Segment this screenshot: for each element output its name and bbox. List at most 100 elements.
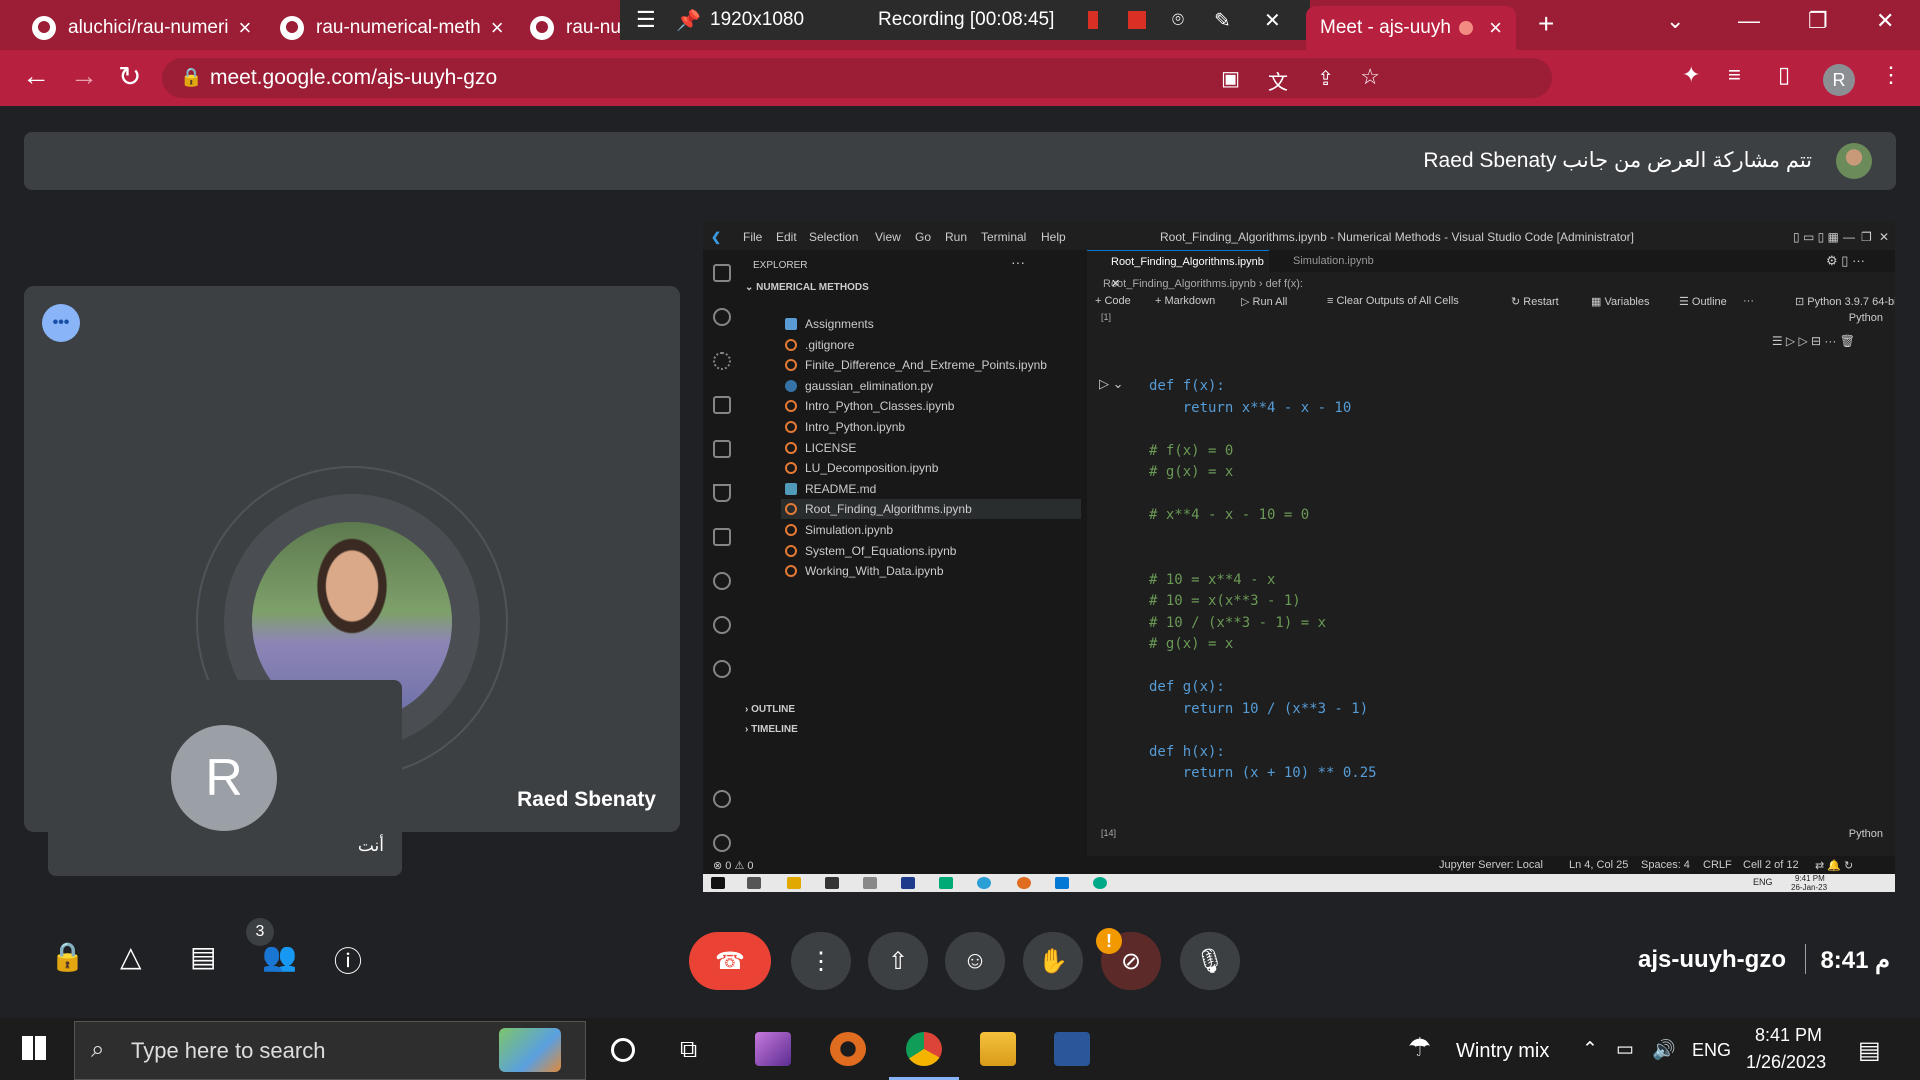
restore-button[interactable]: ❐ [1861, 230, 1872, 244]
task-view-icon[interactable]: ⧉ [680, 1036, 697, 1064]
pen-icon[interactable]: ✎ [1214, 8, 1231, 33]
people-icon[interactable]: 👥 [262, 940, 297, 973]
tray-chevron-icon[interactable]: ⌃ [1582, 1038, 1598, 1061]
side-panel-icon[interactable]: ▯ [1778, 62, 1790, 88]
settings-icon[interactable]: ⚙ ▯ ··· [1826, 253, 1865, 269]
weather-icon[interactable]: ☂ [1408, 1032, 1431, 1063]
file-item[interactable]: Finite_Difference_And_Extreme_Points.ipy… [785, 355, 1047, 375]
menu-file[interactable]: File [743, 230, 762, 244]
run-cell-button[interactable]: ▷ ⌄ [1099, 376, 1124, 392]
camera-blocked-icon[interactable]: ▣ [1221, 66, 1240, 91]
cell-position[interactable]: Cell 2 of 12 [1743, 859, 1799, 871]
clear-outputs-button[interactable]: ≡ Clear Outputs of All Cells [1327, 295, 1459, 307]
file-item[interactable]: LICENSE [785, 438, 856, 458]
reload-button[interactable]: ↻ [118, 60, 141, 93]
share-icon[interactable]: ⇪ [1317, 66, 1334, 91]
host-controls-icon[interactable]: 🔒 [50, 940, 85, 973]
settings-gear-icon[interactable] [713, 834, 731, 852]
cell-language[interactable]: Python [1849, 312, 1883, 324]
tab-search-icon[interactable]: ⌄ [1666, 8, 1684, 34]
restart-button[interactable]: ↻ Restart [1511, 295, 1559, 308]
run-debug-icon[interactable] [713, 396, 731, 414]
windows-start-icon[interactable] [22, 1036, 46, 1060]
new-tab-button[interactable]: + [1538, 8, 1554, 40]
browser-tab-active[interactable]: Meet - ajs-uuyh × [1306, 6, 1516, 50]
next-cell-language[interactable]: Python [1849, 828, 1883, 840]
jupyter-server-status[interactable]: Jupyter Server: Local [1439, 859, 1543, 871]
tab-simulation[interactable]: Simulation.ipynb [1275, 250, 1374, 272]
menu-go[interactable]: Go [915, 230, 931, 244]
close-icon[interactable]: ✕ [1264, 8, 1281, 33]
address-bar[interactable]: 🔒 meet.google.com/ajs-uuyh-gzo ▣ 文 ⇪ ☆ [162, 58, 1552, 98]
minimize-button[interactable]: — [1843, 230, 1855, 244]
taskbar-date[interactable]: 1/26/2023 [1746, 1052, 1826, 1073]
back-button[interactable]: ← [22, 60, 50, 92]
chat-icon[interactable]: ▤ [190, 940, 216, 973]
notifications-icon[interactable]: ▤ [1858, 1036, 1881, 1065]
cursor-position[interactable]: Ln 4, Col 25 [1569, 859, 1628, 871]
weather-text[interactable]: Wintry mix [1456, 1040, 1549, 1063]
close-icon[interactable]: × [229, 15, 252, 41]
present-button[interactable]: ⇧ [868, 932, 928, 990]
notebook-icon[interactable] [713, 528, 731, 546]
eol-status[interactable]: CRLF [1703, 859, 1732, 871]
taskbar-time[interactable]: 8:41 PM [1755, 1025, 1822, 1046]
volume-icon[interactable]: 🔊 [1652, 1038, 1676, 1062]
input-language[interactable]: ENG [1692, 1040, 1731, 1061]
bookmark-star-icon[interactable]: ☆ [1360, 64, 1380, 90]
lightning-icon[interactable] [713, 660, 731, 678]
cortana-icon[interactable] [611, 1038, 635, 1062]
run-all-button[interactable]: ▷ Run All [1241, 295, 1287, 308]
media-control-icon[interactable]: ≡ [1728, 62, 1741, 88]
file-item[interactable]: Working_With_Data.ipynb [785, 561, 944, 581]
close-button[interactable]: ✕ [1879, 230, 1889, 244]
taskbar-search[interactable]: ⌕ Type here to search [74, 1021, 586, 1080]
forward-button[interactable]: → [70, 60, 98, 92]
menu-edit[interactable]: Edit [776, 230, 797, 244]
close-icon[interactable]: × [481, 15, 504, 41]
search-icon[interactable] [713, 308, 731, 326]
browser-tab[interactable]: aluchici/rau-numeri × [18, 6, 260, 50]
kernel-picker[interactable]: ⊡ Python 3.9.7 64-bit [1795, 295, 1895, 308]
stop-icon[interactable] [1128, 11, 1146, 29]
more-options-button[interactable]: ⋮ [791, 932, 851, 990]
explorer-icon[interactable] [713, 264, 731, 282]
remote-icon[interactable] [713, 572, 731, 590]
folder-header[interactable]: ⌄ NUMERICAL METHODS [745, 282, 869, 293]
outline-button[interactable]: ☰ Outline [1679, 295, 1727, 308]
app-icon[interactable] [830, 1032, 866, 1066]
meeting-info-icon[interactable]: ⓘ [334, 940, 362, 980]
activities-icon[interactable]: △ [120, 940, 142, 973]
extensions-icon[interactable]: ✦ [1682, 62, 1700, 88]
file-item[interactable]: LU_Decomposition.ipynb [785, 458, 938, 478]
translate-icon[interactable]: 文 [1268, 66, 1288, 95]
window-close-button[interactable]: ✕ [1876, 8, 1894, 34]
more-icon[interactable]: ··· [1743, 295, 1754, 307]
pause-icon[interactable] [1088, 11, 1098, 29]
account-icon[interactable] [713, 790, 731, 808]
browser-tab[interactable]: rau-numerical-meth × [266, 6, 508, 50]
profile-avatar[interactable]: R [1823, 64, 1855, 96]
menu-help[interactable]: Help [1041, 230, 1066, 244]
file-item[interactable]: Root_Finding_Algorithms.ipynb [781, 499, 1081, 520]
reactions-button[interactable]: ☺ [945, 932, 1005, 990]
timeline-section[interactable]: › TIMELINE [745, 724, 798, 735]
menu-view[interactable]: View [875, 230, 901, 244]
breadcrumb-symbol[interactable]: def f(x): [1266, 278, 1303, 290]
breadcrumb-file[interactable]: Root_Finding_Algorithms.ipynb [1103, 278, 1256, 290]
chrome-icon[interactable] [906, 1032, 942, 1066]
minimize-button[interactable]: — [1738, 8, 1760, 34]
file-item[interactable]: System_Of_Equations.ipynb [785, 541, 956, 561]
variables-button[interactable]: ▦ Variables [1591, 295, 1650, 308]
indentation-status[interactable]: Spaces: 4 [1641, 859, 1690, 871]
microphone-button[interactable]: 🎙 [1180, 932, 1240, 990]
add-markdown-button[interactable]: + Markdown [1155, 295, 1215, 307]
tab-root-finding[interactable]: Root_Finding_Algorithms.ipynb ✕ [1087, 250, 1269, 290]
word-icon[interactable] [1054, 1032, 1090, 1066]
raise-hand-button[interactable]: ✋ [1023, 932, 1083, 990]
file-item[interactable]: gaussian_elimination.py [785, 376, 933, 396]
file-item[interactable]: .gitignore [785, 335, 854, 355]
file-item[interactable]: Simulation.ipynb [785, 520, 893, 540]
close-icon[interactable]: × [1479, 15, 1502, 41]
menu-run[interactable]: Run [945, 230, 967, 244]
